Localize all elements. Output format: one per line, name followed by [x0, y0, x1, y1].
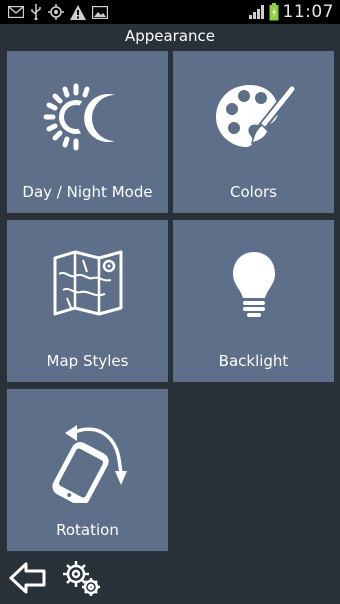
- settings-button[interactable]: [62, 558, 102, 598]
- status-clock: 11:07: [282, 2, 334, 22]
- tile-label: Day / Night Mode: [22, 183, 153, 201]
- back-button[interactable]: [8, 558, 48, 598]
- rotation-tile[interactable]: Rotation: [7, 389, 168, 551]
- bottom-toolbar: [0, 556, 340, 604]
- warning-icon: [70, 4, 86, 20]
- colors-tile[interactable]: Colors: [173, 51, 334, 213]
- rotation-icon: [51, 425, 127, 503]
- notification-icons: [8, 3, 108, 21]
- status-indicators: 11:07: [248, 0, 335, 24]
- settings-gears-icon: [63, 561, 100, 596]
- page-title: Appearance: [124, 27, 216, 45]
- tile-label: Colors: [230, 183, 277, 201]
- signal-icon: [248, 5, 264, 19]
- usb-icon: [31, 4, 41, 20]
- tile-label: Backlight: [218, 352, 289, 370]
- backlight-tile[interactable]: Backlight: [173, 220, 334, 382]
- map-icon: [53, 250, 122, 316]
- map-styles-tile[interactable]: Map Styles: [7, 220, 168, 382]
- back-arrow-icon: [9, 562, 46, 594]
- palette-icon: [215, 84, 296, 147]
- image-icon: [92, 5, 108, 19]
- gps-icon: [48, 4, 64, 20]
- mail-icon: [8, 6, 24, 18]
- day-night-mode-tile[interactable]: Day / Night Mode: [7, 51, 168, 213]
- day-night-icon: [43, 83, 126, 151]
- lightbulb-icon: [232, 252, 275, 317]
- battery-icon: [269, 3, 278, 21]
- status-bar: 11:07: [0, 0, 340, 24]
- tile-label: Map Styles: [46, 352, 129, 370]
- tile-label: Rotation: [56, 521, 119, 539]
